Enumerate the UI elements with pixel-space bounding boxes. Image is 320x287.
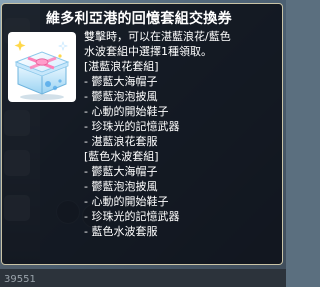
set-item: - 珍珠光的記憶武器 [84, 210, 180, 223]
set-item: - 湛藍浪花套服 [84, 135, 158, 148]
item-title: 維多利亞港的回憶套組交換券 [46, 11, 232, 27]
item-description: 雙擊時，可以在湛藍浪花/藍色 水波套組中選擇1種領取。 [湛藍浪花套組] - 鬱… [84, 29, 280, 239]
gift-box-icon [14, 40, 70, 100]
background-bottom-bar: 39551 [0, 269, 286, 287]
item-tooltip: 維多利亞港的回憶套組交換券 雙擊時，可以在湛藍浪花/藍色 水波套組中選擇1種領取… [1, 3, 283, 265]
set-item: - 珍珠光的記憶武器 [84, 120, 180, 133]
set-item: - 心動的開始鞋子 [84, 105, 169, 118]
set-item: - 心動的開始鞋子 [84, 195, 169, 208]
set-item: - 鬱藍大海帽子 [84, 165, 158, 178]
set-item: - 鬱藍泡泡披風 [84, 90, 158, 103]
item-icon-frame [8, 32, 76, 102]
set-item: - 鬱藍泡泡披風 [84, 180, 158, 193]
set-item: - 藍色水波套服 [84, 225, 158, 238]
description-line: 雙擊時，可以在湛藍浪花/藍色 [84, 30, 231, 43]
game-screen: 39551 維多利亞港的回憶套組交換券 雙擊時，可以在湛藍浪花/藍色 水波套組中… [0, 0, 286, 287]
set-item: - 鬱藍大海帽子 [84, 75, 158, 88]
set-header: [藍色水波套組] [84, 150, 159, 163]
background-counter: 39551 [4, 274, 36, 285]
set-header: [湛藍浪花套組] [84, 60, 159, 73]
description-line: 水波套組中選擇1種領取。 [84, 45, 212, 58]
